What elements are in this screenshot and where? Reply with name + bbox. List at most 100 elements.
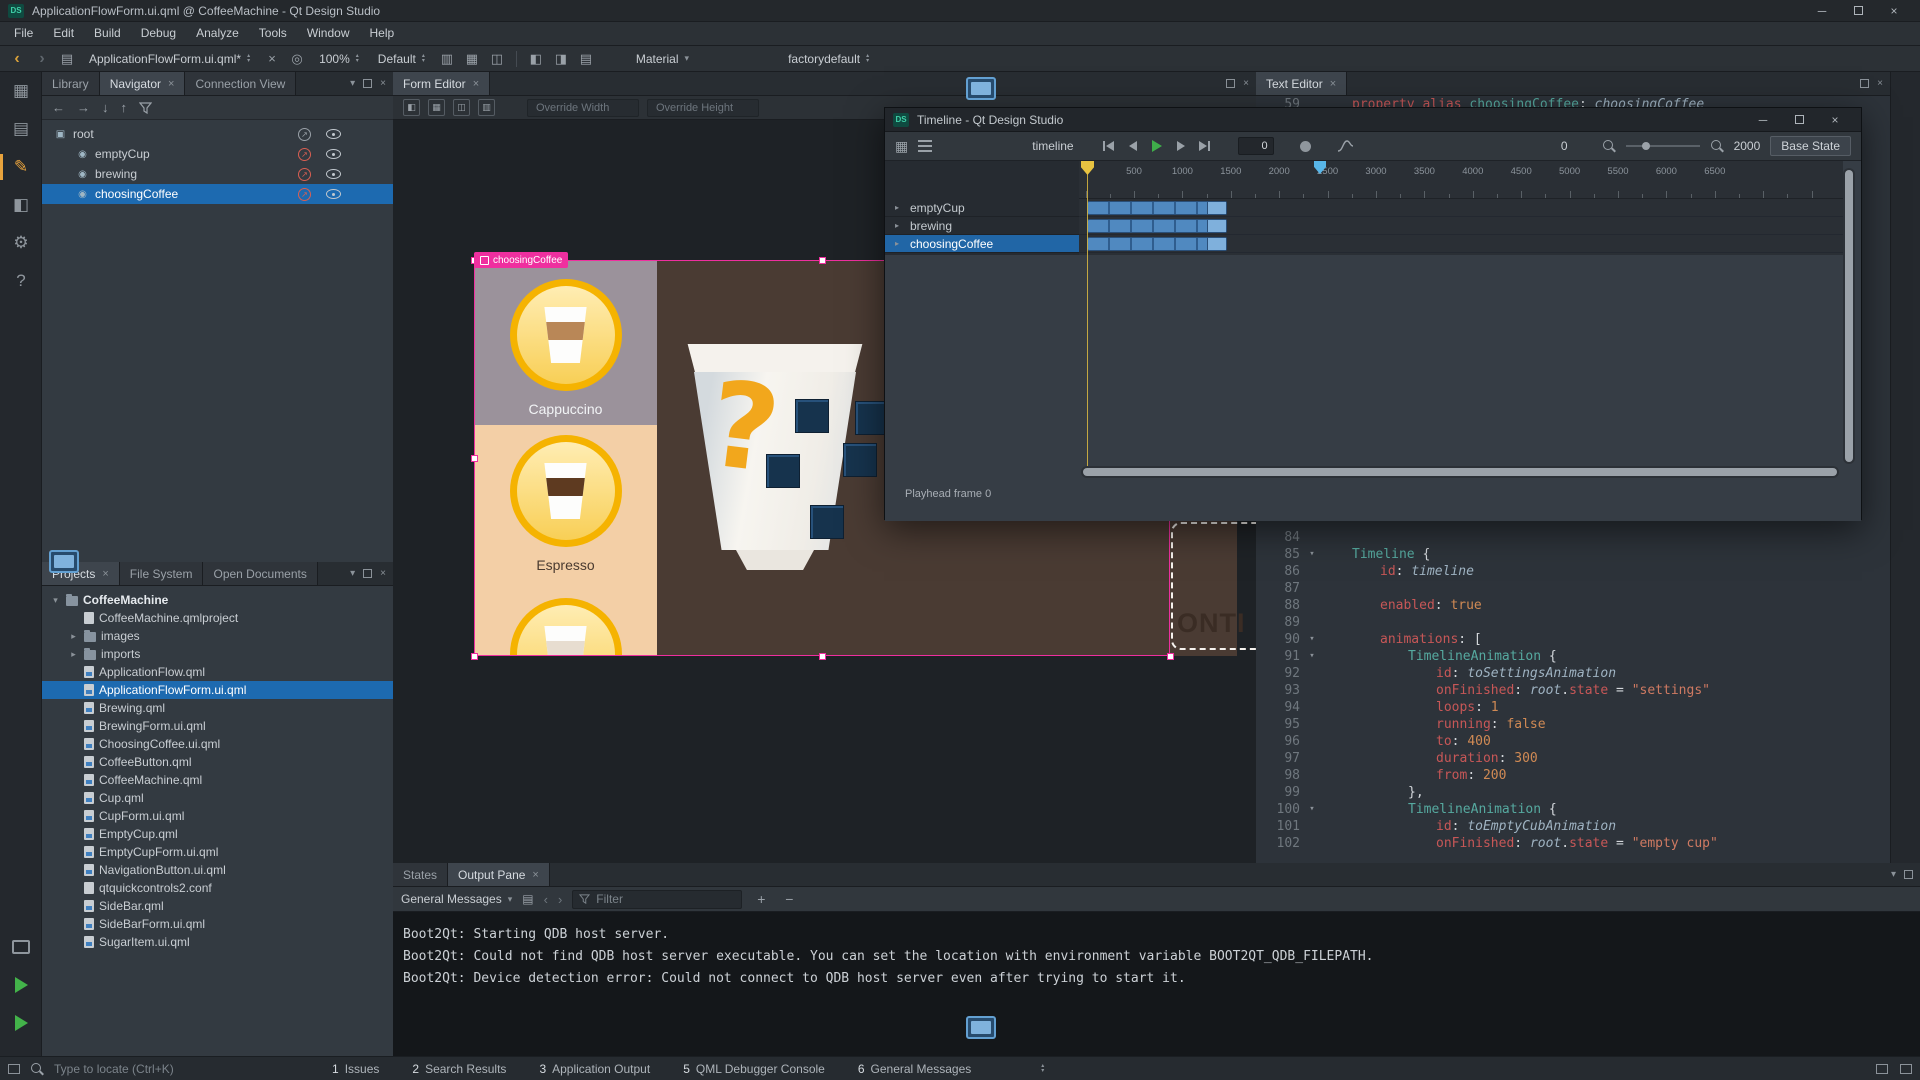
snap-grid-icon[interactable]: ▦ [463,49,481,69]
code-line-94[interactable]: 94loops: 1 [1256,699,1890,716]
split-view-icon[interactable]: ▤ [577,49,595,69]
override-height-field[interactable]: Override Height [647,99,759,117]
menu-edit[interactable]: Edit [43,22,84,45]
ruler-tool-icon[interactable]: ▥ [478,99,495,116]
right-panel-icon[interactable]: ◨ [552,49,570,69]
visibility-eye-icon[interactable] [326,189,341,199]
play-button[interactable] [1148,138,1166,154]
playback-speed-label[interactable]: 0 [1561,139,1568,153]
close-icon[interactable]: × [1330,78,1336,90]
project-item-brewing-qml[interactable]: Brewing.qml [42,699,393,717]
close-pane-icon[interactable]: × [1877,78,1883,89]
expand-arrow-icon[interactable]: ▸ [895,239,904,248]
close-button[interactable]: × [1876,0,1912,22]
navigator-item-brewing[interactable]: ◉brewing↗ [42,164,393,184]
project-item-cupform-ui-qml[interactable]: CupForm.ui.qml [42,807,393,825]
close-icon[interactable]: × [102,568,108,580]
fold-arrow-icon[interactable]: ▾ [1300,631,1324,648]
locator-input[interactable]: Type to locate (Ctrl+K) [54,1062,244,1076]
projects-tab-open-documents[interactable]: Open Documents [203,562,317,585]
selection-handle[interactable] [471,455,478,462]
next-item-icon[interactable]: › [558,892,562,907]
spinner-arrows-icon[interactable]: ▴▾ [422,54,425,64]
code-line-99[interactable]: 99}, [1256,784,1890,801]
navigator-item-emptycup[interactable]: ◉emptyCup↗ [42,144,393,164]
selection-handle[interactable] [1167,653,1174,660]
timeline-track-choosingcoffee[interactable]: ▸choosingCoffee [885,235,1079,253]
to-end-button[interactable] [1196,138,1214,154]
coffee-option-cappuccino[interactable]: Cappuccino [474,260,657,425]
float-pane-icon[interactable] [1226,79,1235,88]
alias-export-icon[interactable]: ↗ [298,168,311,181]
animation-settings-icon[interactable] [918,140,932,152]
form-editor-tab[interactable]: Form Editor × [393,72,490,95]
design-mode-icon[interactable]: ✎ [0,148,42,186]
close-pane-icon[interactable]: × [1243,78,1249,89]
target-icon[interactable]: ◎ [288,49,306,69]
move-down-icon[interactable]: ↓ [102,100,109,115]
project-item-sidebar-qml[interactable]: SideBar.qml [42,897,393,915]
alias-export-icon[interactable]: ↗ [298,128,311,141]
project-item-applicationflow-qml[interactable]: ApplicationFlow.qml [42,663,393,681]
project-item-coffeemachine-qmlproject[interactable]: CoffeeMachine.qmlproject [42,609,393,627]
coffee-option-partial[interactable] [474,580,657,656]
zoom-in-icon[interactable] [1710,139,1724,153]
sugar-cube[interactable] [766,454,800,488]
settings-icon[interactable]: ⚙ [0,224,42,262]
project-item-qtquickcontrols2-conf[interactable]: qtquickcontrols2.conf [42,879,393,897]
floating-dock-icon[interactable] [966,1016,996,1039]
maximize-pane-icon[interactable] [1904,870,1913,879]
coffee-option-espresso[interactable]: Espresso [474,425,657,580]
record-keyframe-button[interactable] [1300,141,1311,152]
alias-export-icon[interactable]: ↗ [298,148,311,161]
current-frame-input[interactable]: 0 [1238,137,1274,155]
output-channel-selector[interactable]: General Messages ▾ [401,892,512,906]
spinner-arrows-icon[interactable]: ▴▾ [866,54,869,64]
maximize-button[interactable] [1781,109,1817,131]
project-item-sugaritem-ui-qml[interactable]: SugarItem.ui.qml [42,933,393,951]
apps-grid-icon[interactable]: ▦ [0,72,42,110]
code-line-93[interactable]: 93onFinished: root.state = "settings" [1256,682,1890,699]
timeline-track-brewing[interactable]: ▸brewing [885,217,1079,235]
menu-analyze[interactable]: Analyze [186,22,249,45]
maximize-button[interactable] [1840,0,1876,22]
move-tool-icon[interactable]: ◫ [453,99,470,116]
previous-frame-button[interactable] [1124,138,1142,154]
zoom-selector[interactable]: 100% ▴▾ [313,49,365,69]
chevron-down-icon[interactable]: ▾ [350,568,355,579]
floating-dock-icon[interactable] [49,550,79,573]
project-item-coffeemachine-qml[interactable]: CoffeeMachine.qml [42,771,393,789]
keyframe-section-bar[interactable] [1087,201,1227,215]
fold-arrow-icon[interactable]: ▾ [1300,648,1324,665]
menu-debug[interactable]: Debug [131,22,186,45]
move-up-icon[interactable]: ↑ [121,100,128,115]
float-pane-icon[interactable] [1860,79,1869,88]
projects-tab-file-system[interactable]: File System [120,562,204,585]
pane-arrows-icon[interactable]: ▴▾ [1041,1064,1044,1074]
expand-arrow-icon[interactable]: ▸ [68,631,79,642]
float-pane-icon[interactable] [363,79,372,88]
move-backward-icon[interactable]: ← [52,100,65,115]
project-item-brewingform-ui-qml[interactable]: BrewingForm.ui.qml [42,717,393,735]
project-item-imports[interactable]: ▸imports [42,645,393,663]
device-manager-icon[interactable] [0,928,42,966]
easing-curve-icon[interactable] [1337,139,1354,153]
output-tab-states[interactable]: States [393,863,448,886]
float-pane-icon[interactable] [363,569,372,578]
forward-icon[interactable]: › [33,49,51,69]
project-item-coffeemachine[interactable]: ▾CoffeeMachine [42,591,393,609]
code-line-90[interactable]: 90▾animations: [ [1256,631,1890,648]
progress-details-icon[interactable] [1876,1064,1888,1074]
override-width-field[interactable]: Override Width [527,99,639,117]
navigator-tab-library[interactable]: Library [42,72,100,95]
console-output[interactable]: Boot2Qt: Starting QDB host server.Boot2Q… [393,912,1920,1002]
chevron-down-icon[interactable]: ▾ [350,78,355,89]
back-icon[interactable]: ‹ [8,49,26,69]
menu-help[interactable]: Help [360,22,405,45]
code-line-101[interactable]: 101id: toEmptyCubAnimation [1256,818,1890,835]
close-icon[interactable]: × [473,78,479,90]
material-selector[interactable]: Material ▾ [630,49,695,69]
statusbar-pane-search-results[interactable]: 2Search Results [412,1062,506,1076]
open-file-selector[interactable]: ApplicationFlowForm.ui.qml* ▴▾ [83,49,256,69]
code-line-84[interactable]: 84 [1256,529,1890,546]
